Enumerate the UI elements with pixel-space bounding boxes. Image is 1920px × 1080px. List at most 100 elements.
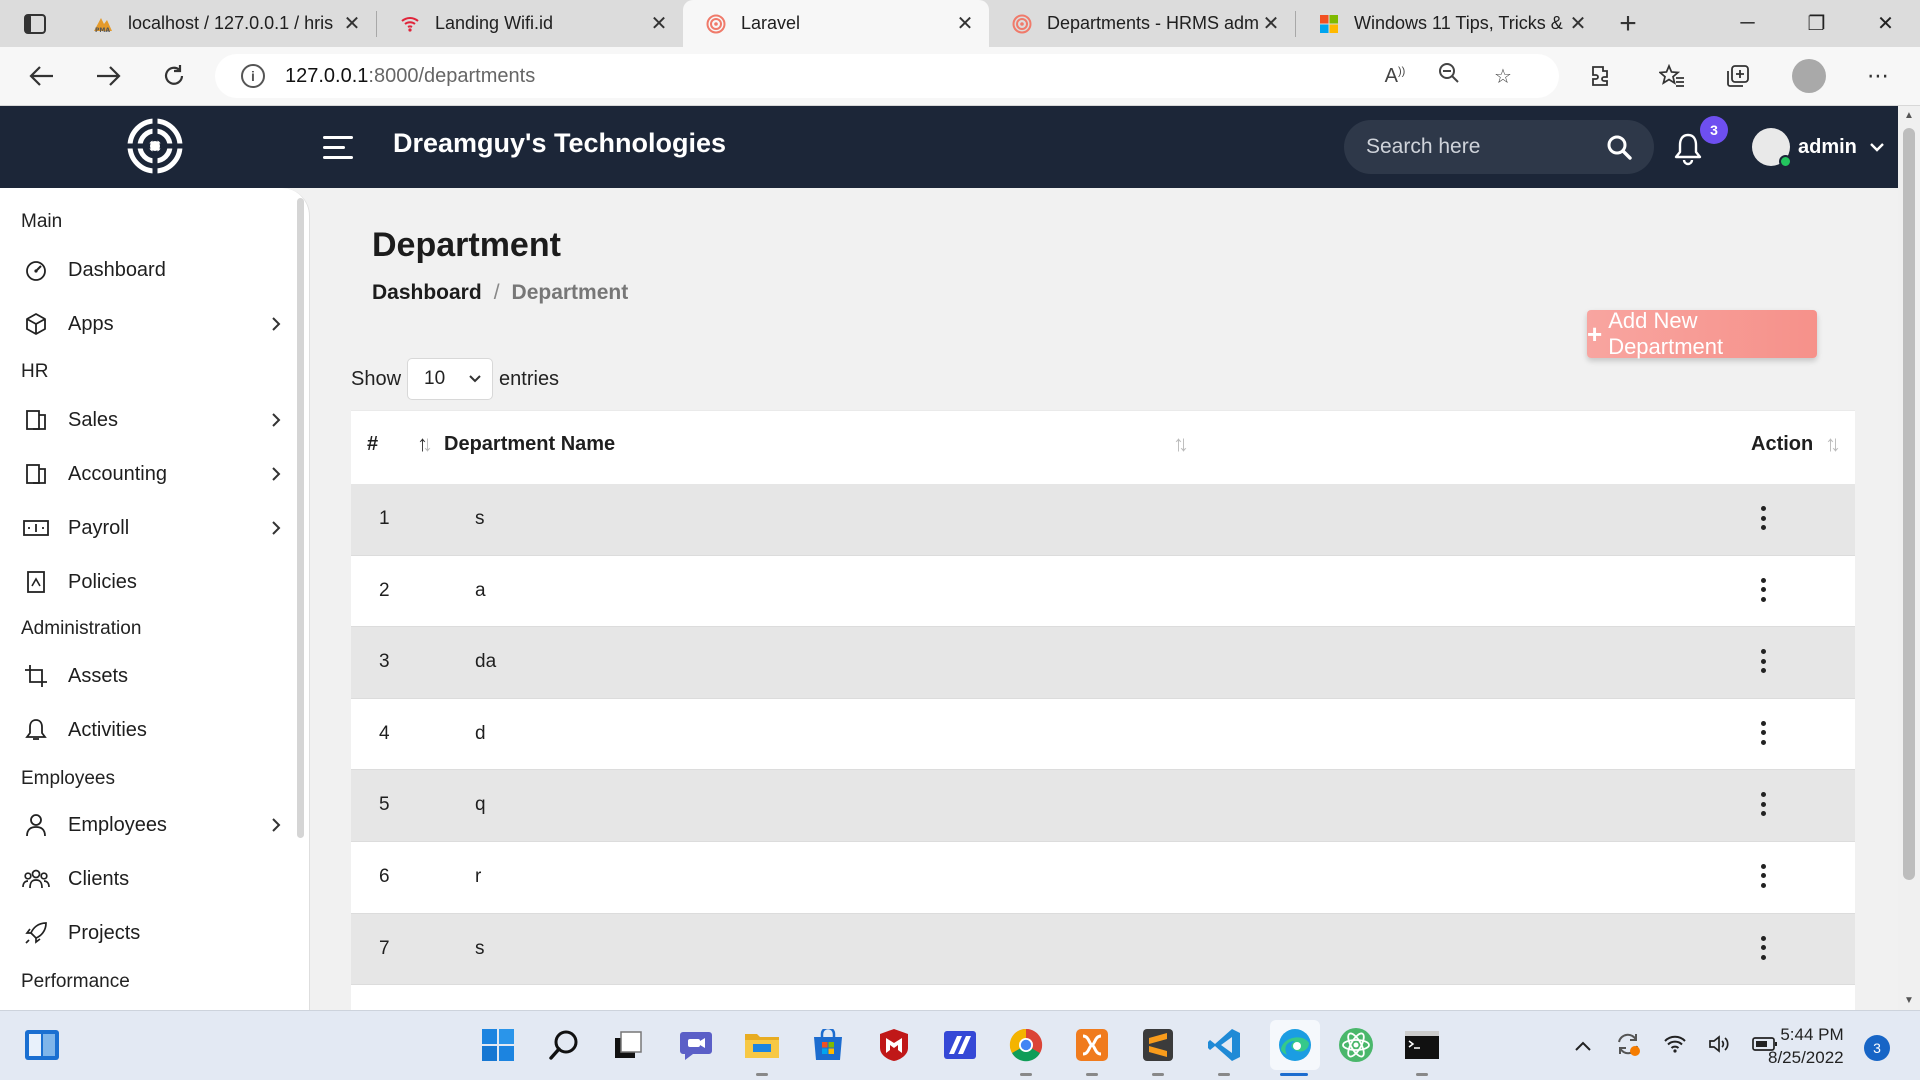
close-tab-icon[interactable]: ✕ bbox=[342, 11, 362, 36]
back-icon[interactable] bbox=[22, 56, 62, 96]
sidebar-item-label: Policies bbox=[68, 570, 137, 593]
profile-avatar[interactable] bbox=[1792, 59, 1826, 93]
sort-icon[interactable]: ↑↓ bbox=[1825, 431, 1841, 457]
close-tab-icon[interactable]: ✕ bbox=[1568, 11, 1588, 36]
workspaces-icon[interactable] bbox=[0, 0, 70, 47]
collections-icon[interactable] bbox=[1718, 56, 1758, 96]
row-actions-menu-icon[interactable] bbox=[1757, 647, 1769, 675]
microsoft-store-icon[interactable] bbox=[808, 1025, 848, 1065]
add-favorite-icon[interactable]: ☆ bbox=[1487, 64, 1519, 89]
mcafee-icon[interactable] bbox=[874, 1025, 914, 1065]
search-icon[interactable] bbox=[544, 1025, 584, 1065]
row-actions-menu-icon[interactable] bbox=[1757, 790, 1769, 818]
search-icon[interactable] bbox=[1606, 134, 1632, 160]
sync-icon[interactable] bbox=[1614, 1030, 1642, 1063]
forward-icon[interactable] bbox=[88, 56, 128, 96]
chevron-down-icon bbox=[1870, 143, 1884, 152]
more-options-icon[interactable]: ⋯ bbox=[1858, 56, 1898, 96]
entries-select[interactable]: 10 bbox=[407, 358, 494, 400]
column-header-number[interactable]: # bbox=[367, 433, 378, 456]
table-row: 4 d bbox=[351, 698, 1855, 771]
row-actions-menu-icon[interactable] bbox=[1757, 576, 1769, 604]
clock-time: 5:44 PM bbox=[1780, 1025, 1844, 1044]
task-view-icon[interactable] bbox=[608, 1025, 648, 1065]
scroll-up-icon[interactable]: ▲ bbox=[1903, 110, 1915, 121]
table-row: 3 da bbox=[351, 627, 1855, 699]
row-actions-menu-icon[interactable] bbox=[1757, 862, 1769, 890]
close-tab-icon[interactable]: ✕ bbox=[1261, 11, 1281, 36]
edge-icon[interactable] bbox=[1270, 1020, 1320, 1070]
row-actions-menu-icon[interactable] bbox=[1757, 719, 1769, 747]
read-aloud-icon[interactable]: A)) bbox=[1379, 65, 1411, 88]
company-logo[interactable] bbox=[127, 118, 183, 174]
sidebar-item-activities[interactable]: Activities bbox=[0, 708, 300, 752]
browser-tab[interactable]: Windows 11 Tips, Tricks & ✕ bbox=[1296, 0, 1602, 47]
row-actions-menu-icon[interactable] bbox=[1757, 934, 1769, 962]
favorites-icon[interactable] bbox=[1652, 56, 1692, 96]
site-info-icon[interactable]: i bbox=[241, 64, 265, 88]
sidebar-item-policies[interactable]: Policies bbox=[0, 560, 300, 604]
search-input[interactable] bbox=[1366, 135, 1596, 159]
file-explorer-icon[interactable] bbox=[742, 1025, 782, 1065]
system-clock[interactable]: 5:44 PM 8/25/2022 bbox=[1768, 1023, 1844, 1069]
running-indicator bbox=[756, 1073, 768, 1076]
show-hidden-icons-chevron-up-icon[interactable] bbox=[1574, 1036, 1592, 1057]
breadcrumb-home-link[interactable]: Dashboard bbox=[372, 281, 482, 304]
sidebar-item-assets[interactable]: Assets bbox=[0, 654, 300, 698]
wifi-icon[interactable] bbox=[1664, 1035, 1686, 1058]
cube-icon bbox=[22, 310, 50, 338]
xampp-icon[interactable] bbox=[1072, 1025, 1112, 1065]
page-scrollbar[interactable]: ▲ ▼ bbox=[1898, 106, 1920, 1010]
vscode-icon[interactable] bbox=[1204, 1025, 1244, 1065]
menu-toggle-icon[interactable] bbox=[323, 136, 353, 160]
sort-icon[interactable]: ↑↓ bbox=[1173, 431, 1189, 457]
start-icon[interactable] bbox=[478, 1025, 518, 1065]
close-tab-icon[interactable]: ✕ bbox=[649, 11, 669, 36]
sidebar-item-label: Sales bbox=[68, 408, 119, 431]
scrollbar-thumb[interactable] bbox=[1903, 128, 1915, 880]
powerautomate-icon[interactable] bbox=[940, 1025, 980, 1065]
atom-icon[interactable] bbox=[1336, 1025, 1376, 1065]
widgets-icon[interactable] bbox=[22, 1025, 62, 1065]
browser-tab-active[interactable]: Laravel ✕ bbox=[683, 0, 989, 47]
volume-icon[interactable] bbox=[1708, 1034, 1730, 1059]
terminal-icon[interactable] bbox=[1402, 1025, 1442, 1065]
column-header-department-name[interactable]: Department Name bbox=[444, 433, 615, 456]
notification-bell-icon[interactable] bbox=[1673, 132, 1703, 166]
sidebar-item-apps[interactable]: Apps bbox=[0, 302, 300, 346]
zoom-out-icon[interactable] bbox=[1433, 62, 1465, 90]
notification-center-badge[interactable]: 3 bbox=[1864, 1035, 1890, 1061]
extensions-icon[interactable] bbox=[1580, 56, 1620, 96]
close-tab-icon[interactable]: ✕ bbox=[955, 11, 975, 36]
department-name: q bbox=[475, 794, 486, 816]
browser-tab[interactable]: Landing Wifi.id ✕ bbox=[377, 0, 683, 47]
add-department-label: Add New Department bbox=[1608, 308, 1724, 359]
sidebar-item-projects[interactable]: Projects bbox=[0, 911, 300, 955]
chrome-icon[interactable] bbox=[1006, 1025, 1046, 1065]
app-header: Dreamguy's Technologies 3 admin bbox=[0, 106, 1898, 188]
sidebar-item-accounting[interactable]: Accounting bbox=[0, 452, 300, 496]
new-tab-button[interactable]: + bbox=[1602, 0, 1654, 47]
user-menu[interactable]: admin bbox=[1752, 128, 1885, 168]
row-actions-menu-icon[interactable] bbox=[1757, 504, 1769, 532]
restore-icon[interactable]: ❐ bbox=[1782, 0, 1851, 47]
url-field[interactable]: i 127.0.0.1:8000/departments A)) ☆ bbox=[215, 54, 1559, 98]
sidebar-item-dashboard[interactable]: Dashboard bbox=[0, 248, 300, 292]
sidebar-item-employees[interactable]: Employees bbox=[0, 803, 300, 847]
sidebar-item-payroll[interactable]: Payroll bbox=[0, 506, 300, 550]
teams-chat-icon[interactable] bbox=[676, 1025, 716, 1065]
scroll-down-icon[interactable]: ▼ bbox=[1903, 995, 1915, 1006]
refresh-icon[interactable] bbox=[154, 56, 194, 96]
sidebar-item-clients[interactable]: Clients bbox=[0, 857, 300, 901]
minimize-icon[interactable]: ─ bbox=[1713, 0, 1782, 47]
sort-ascending-icon[interactable]: ↑↓ bbox=[417, 431, 433, 457]
header-search bbox=[1344, 120, 1654, 174]
sidebar-item-sales[interactable]: Sales bbox=[0, 398, 300, 442]
sublime-text-icon[interactable] bbox=[1138, 1025, 1178, 1065]
system-tray bbox=[1574, 1011, 1778, 1080]
add-department-button[interactable]: + Add New Department bbox=[1587, 308, 1817, 359]
browser-tab[interactable]: PMA localhost / 127.0.0.1 / hris ✕ bbox=[70, 0, 376, 47]
browser-tab[interactable]: Departments - HRMS adm ✕ bbox=[989, 0, 1295, 47]
show-label: Show bbox=[351, 367, 402, 390]
close-window-icon[interactable]: ✕ bbox=[1851, 0, 1920, 47]
